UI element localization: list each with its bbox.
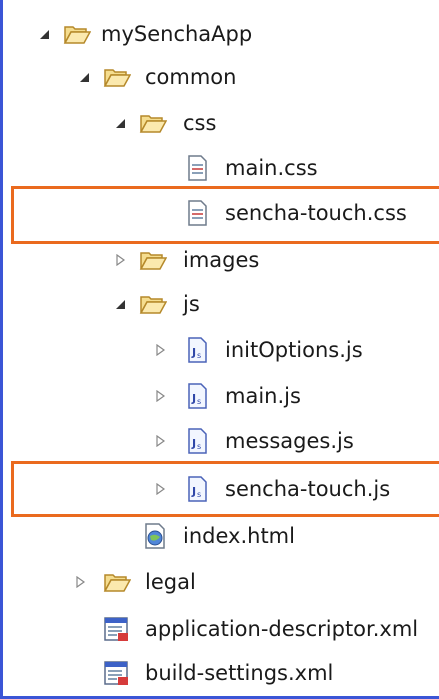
tree-item-label: css [183, 111, 217, 135]
tree-item-label: images [183, 248, 260, 272]
tree-item-sencha-touch-js[interactable]: Js sencha-touch.js [3, 469, 439, 509]
js-file-icon: Js [183, 382, 211, 410]
svg-text:J: J [191, 346, 196, 359]
tree-item-label: application-descriptor.xml [145, 617, 419, 641]
tree-item-js[interactable]: js [3, 284, 439, 324]
collapsed-arrow-icon[interactable] [113, 253, 127, 267]
tree-item-label: mySenchaApp [101, 22, 253, 46]
js-file-icon: Js [183, 336, 211, 364]
svg-text:J: J [191, 392, 196, 405]
expanded-arrow-icon[interactable] [37, 27, 51, 41]
tree-item-messages-js[interactable]: Js messages.js [3, 421, 439, 461]
xml-file-icon [103, 615, 131, 643]
collapsed-arrow-icon[interactable] [153, 389, 167, 403]
css-file-icon [183, 154, 211, 182]
folder-open-icon [139, 246, 167, 274]
tree-item-common[interactable]: common [3, 57, 439, 97]
tree-item-main-css[interactable]: main.css [3, 148, 439, 188]
svg-text:s: s [197, 490, 201, 499]
folder-open-icon [63, 20, 91, 48]
tree-item-label: build-settings.xml [145, 661, 334, 685]
folder-open-icon [139, 290, 167, 318]
tree-item-index-html[interactable]: index.html [3, 516, 439, 556]
expanded-arrow-icon[interactable] [113, 116, 127, 130]
expanded-arrow-icon[interactable] [113, 297, 127, 311]
xml-file-icon [103, 659, 131, 687]
html-file-icon [141, 522, 169, 550]
tree-item-label: common [145, 65, 237, 89]
css-file-icon [183, 199, 211, 227]
tree-item-label: messages.js [225, 429, 354, 453]
tree-item-label: sencha-touch.js [225, 477, 391, 501]
tree-item-initoptions-js[interactable]: Js initOptions.js [3, 330, 439, 370]
tree-item-label: main.css [225, 156, 318, 180]
expanded-arrow-icon[interactable] [77, 70, 91, 84]
tree-item-build-settings-xml[interactable]: build-settings.xml [3, 653, 439, 693]
tree-item-label: initOptions.js [225, 338, 363, 362]
svg-text:J: J [191, 437, 196, 450]
tree-item-label: index.html [183, 524, 295, 548]
collapsed-arrow-icon[interactable] [153, 343, 167, 357]
folder-open-icon [103, 568, 131, 596]
tree-item-images[interactable]: images [3, 240, 439, 280]
folder-open-icon [139, 109, 167, 137]
tree-item-css[interactable]: css [3, 103, 439, 143]
collapsed-arrow-icon[interactable] [73, 575, 87, 589]
tree-item-label: legal [145, 570, 196, 594]
svg-text:s: s [197, 442, 201, 451]
collapsed-arrow-icon[interactable] [153, 434, 167, 448]
tree-item-main-js[interactable]: Js main.js [3, 376, 439, 416]
js-file-icon: Js [183, 427, 211, 455]
tree-item-label: main.js [225, 384, 301, 408]
tree-item-sencha-touch-css[interactable]: sencha-touch.css [3, 193, 439, 233]
svg-text:J: J [191, 485, 196, 498]
svg-text:s: s [197, 351, 201, 360]
project-explorer-tree: mySenchaApp common css main.css sencha-t… [0, 0, 439, 699]
tree-item-application-descriptor-xml[interactable]: application-descriptor.xml [3, 609, 439, 649]
svg-text:s: s [197, 397, 201, 406]
tree-item-label: sencha-touch.css [225, 201, 407, 225]
tree-item-legal[interactable]: legal [3, 562, 439, 602]
js-file-icon: Js [183, 475, 211, 503]
collapsed-arrow-icon[interactable] [153, 482, 167, 496]
folder-open-icon [103, 63, 131, 91]
tree-item-label: js [183, 292, 200, 316]
tree-item-mysenchaapp[interactable]: mySenchaApp [3, 14, 439, 54]
